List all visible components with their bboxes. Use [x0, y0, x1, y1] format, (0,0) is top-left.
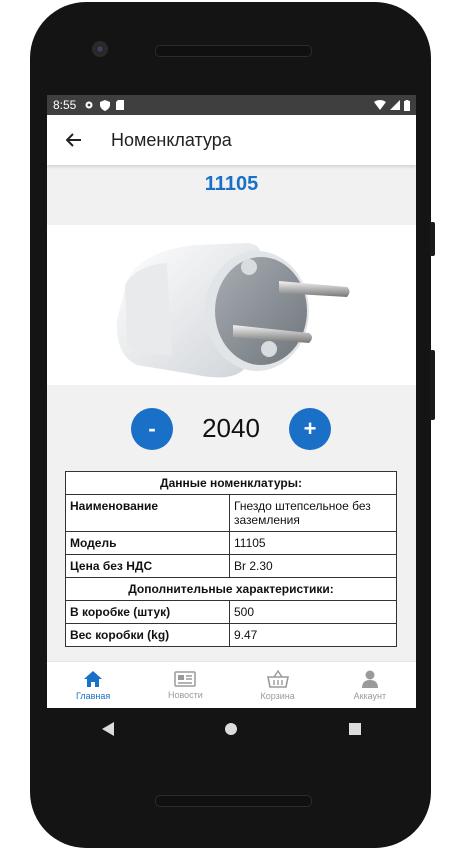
volume-button	[430, 222, 435, 256]
home-circle-icon[interactable]	[224, 722, 238, 736]
shield-icon	[100, 99, 111, 111]
nav-label: Новости	[167, 690, 203, 700]
table-section-header: Дополнительные характеристики:	[65, 577, 397, 601]
home-icon	[84, 671, 103, 687]
decrease-button[interactable]: -	[131, 408, 173, 450]
basket-icon	[266, 670, 289, 688]
row-key: Вес коробки (kg)	[65, 623, 230, 647]
row-value: 500	[229, 600, 397, 624]
front-camera	[92, 41, 108, 57]
sim-card-icon	[116, 100, 125, 110]
product-code: 11105	[204, 173, 259, 195]
settings-icon	[85, 101, 93, 109]
page-title: Номенклатура	[111, 129, 232, 150]
increase-button[interactable]: +	[289, 408, 331, 450]
table-row: Модель 11105	[65, 531, 397, 555]
nav-label: Аккаунт	[353, 691, 387, 701]
section-title: Данные номенклатуры:	[65, 471, 397, 495]
row-value: Br 2.30	[229, 554, 397, 578]
table-row: В коробке (штук) 500	[65, 600, 397, 624]
bottom-navigation: Главная Новости Корзина Аккаунт	[47, 661, 416, 708]
status-bar: 8:55	[47, 95, 416, 115]
nav-label: Главная	[75, 691, 111, 701]
nav-news[interactable]: Новости	[139, 662, 231, 708]
product-image	[47, 225, 416, 385]
table-section-header: Данные номенклатуры:	[65, 471, 397, 495]
bottom-speaker	[155, 795, 312, 807]
row-value: 9.47	[229, 623, 397, 647]
row-key: Наименование	[65, 494, 230, 532]
user-icon	[361, 670, 378, 688]
table-row: Вес коробки (kg) 9.47	[65, 623, 397, 647]
wifi-icon	[374, 100, 386, 110]
app-bar: Номенклатура	[47, 115, 416, 165]
back-button[interactable]	[63, 129, 85, 151]
quantity-stepper: - 2040 +	[47, 408, 416, 450]
newspaper-icon	[174, 671, 197, 687]
quantity-value: 2040	[202, 413, 260, 443]
battery-icon	[404, 99, 410, 111]
section-title: Дополнительные характеристики:	[65, 577, 397, 601]
top-speaker	[155, 45, 312, 57]
row-key: Цена без НДС	[65, 554, 230, 578]
row-value: Гнездо штепсельное без заземления	[229, 494, 397, 532]
table-row: Наименование Гнездо штепсельное без зазе…	[65, 494, 397, 532]
row-value: 11105	[229, 531, 397, 555]
recents-square-icon[interactable]	[348, 723, 361, 735]
table-row: Цена без НДС Br 2.30	[65, 554, 397, 578]
nav-home[interactable]: Главная	[47, 662, 139, 708]
signal-icon	[390, 100, 400, 110]
nav-label: Корзина	[260, 691, 295, 701]
status-time: 8:55	[53, 98, 77, 112]
socket-plug-image	[116, 243, 350, 378]
power-button	[430, 350, 435, 420]
system-navigation	[47, 708, 416, 750]
details-table: Данные номенклатуры: Наименование Гнездо…	[65, 471, 397, 647]
arrow-left-icon	[66, 133, 81, 147]
row-key: В коробке (штук)	[65, 600, 230, 624]
app-screen: 8:55 Номенклатура 11105 - 2040 + Данные …	[47, 95, 416, 708]
row-key: Модель	[65, 531, 230, 555]
back-triangle-icon[interactable]	[102, 722, 115, 736]
nav-cart[interactable]: Корзина	[232, 662, 324, 708]
nav-account[interactable]: Аккаунт	[324, 662, 416, 708]
